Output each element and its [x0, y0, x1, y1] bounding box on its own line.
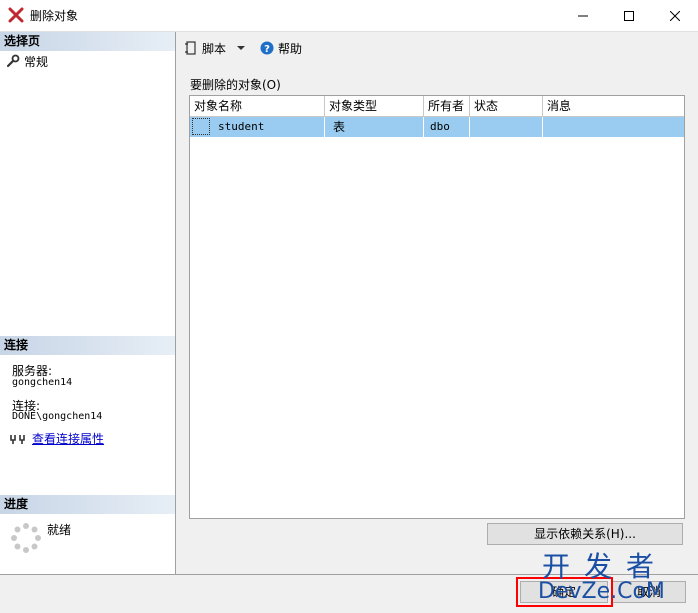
toolbar: 脚本 ? 帮助: [184, 38, 312, 58]
grid-header: 对象名称 对象类型 所有者 状态 消息: [190, 96, 684, 117]
minimize-button[interactable]: [560, 0, 606, 31]
connection-plug-icon: [10, 434, 25, 444]
cell-object-type: 表: [325, 117, 424, 137]
script-button[interactable]: 脚本: [184, 40, 250, 57]
column-header-message[interactable]: 消息: [543, 96, 684, 116]
help-button[interactable]: ? 帮助: [260, 40, 302, 57]
dropdown-arrow-icon[interactable]: [236, 43, 246, 53]
window-title: 删除对象: [30, 9, 79, 23]
main-panel: 脚本 ? 帮助 要删除的对象(O) 对象名称 对象类型 所有者 状态 消息 st…: [176, 32, 698, 574]
objects-grid[interactable]: 对象名称 对象类型 所有者 状态 消息 student 表 dbo: [189, 95, 685, 519]
connection-header: 连接: [0, 336, 175, 355]
title-bar: 删除对象: [0, 0, 698, 32]
progress-status: 就绪: [47, 523, 72, 537]
select-page-header: 选择页: [0, 32, 175, 51]
row-selector[interactable]: [192, 118, 210, 135]
cell-message: [543, 117, 684, 137]
page-item-general[interactable]: 常规: [6, 52, 48, 70]
server-value: gongchen14: [12, 377, 73, 388]
table-row[interactable]: student 表 dbo: [190, 117, 684, 137]
cell-status: [470, 117, 543, 137]
progress-spinner-icon: [11, 523, 41, 553]
help-icon: ?: [260, 41, 274, 55]
wrench-icon: [6, 54, 20, 68]
show-dependencies-button[interactable]: 显示依赖关系(H)...: [487, 523, 683, 545]
column-header-owner[interactable]: 所有者: [424, 96, 470, 116]
connection-value: DONE\gongchen14: [12, 411, 103, 422]
objects-to-delete-label: 要删除的对象(O): [190, 78, 281, 92]
column-header-status[interactable]: 状态: [470, 96, 543, 116]
maximize-button[interactable]: [606, 0, 652, 31]
svg-text:?: ?: [264, 44, 270, 55]
column-header-type[interactable]: 对象类型: [325, 96, 424, 116]
page-item-label: 常规: [24, 54, 49, 69]
close-button[interactable]: [652, 0, 698, 31]
script-label: 脚本: [202, 41, 227, 56]
view-connection-properties-link[interactable]: 查看连接属性: [32, 430, 104, 447]
left-panel: 选择页 常规 连接 服务器: gongchen14 连接: DONE\gongc…: [0, 32, 176, 574]
cell-object-name: student: [218, 120, 265, 133]
progress-header: 进度: [0, 495, 175, 514]
cell-owner: dbo: [424, 117, 470, 137]
column-header-name[interactable]: 对象名称: [190, 96, 325, 116]
help-label: 帮助: [278, 41, 303, 56]
cancel-button[interactable]: 取消: [612, 581, 686, 603]
highlight-box: [516, 577, 613, 607]
delete-x-icon: [8, 7, 24, 23]
script-icon: [185, 41, 196, 55]
